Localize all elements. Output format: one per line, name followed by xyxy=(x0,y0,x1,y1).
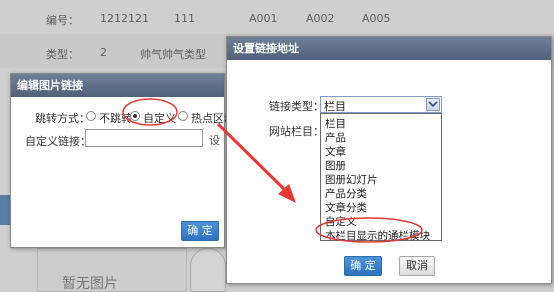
jump-mode-label: 跳转方式： xyxy=(35,112,90,125)
bg-id-value: A002 xyxy=(306,12,335,25)
set-link-dialog: 设置链接地址 链接类型： 栏目 网站栏目： 栏目 产品 文章 图册 图册幻灯片 … xyxy=(226,36,552,284)
bg-side-tab xyxy=(0,195,10,225)
dropdown-item[interactable]: 文章 xyxy=(325,144,346,159)
radio-custom[interactable] xyxy=(130,111,140,121)
chevron-down-icon[interactable] xyxy=(426,98,440,111)
bg-cartoon-image xyxy=(190,248,226,292)
bg-type-label: 类型： xyxy=(46,48,79,61)
bg-row-id: 编号： 1212121 111 A001 A002 A005 xyxy=(0,0,554,34)
dropdown-item[interactable]: 图册 xyxy=(325,158,346,173)
link-type-dropdown: 栏目 产品 文章 图册 图册幻灯片 产品分类 文章分类 自定义 本栏目显示的通栏… xyxy=(320,113,442,243)
set-button-partial[interactable]: 设 xyxy=(209,132,220,148)
radio-no-jump-label[interactable]: 不跳转 xyxy=(99,110,132,126)
dropdown-item[interactable]: 产品分类 xyxy=(325,186,367,201)
dropdown-item[interactable]: 图册幻灯片 xyxy=(325,172,378,187)
bg-no-image-placeholder: 暂无图片 xyxy=(37,248,187,292)
ok-button[interactable]: 确 定 xyxy=(344,256,382,276)
dropdown-item[interactable]: 本栏目显示的通栏模块 xyxy=(325,228,430,243)
link-type-label: 链接类型： xyxy=(269,100,324,113)
cancel-button[interactable]: 取消 xyxy=(399,256,435,276)
no-image-text: 暂无图片 xyxy=(62,276,118,292)
bg-id-value: A005 xyxy=(362,12,391,25)
custom-link-input[interactable] xyxy=(85,129,203,147)
radio-hotspot[interactable] xyxy=(178,111,188,121)
bg-id-value: 1212121 xyxy=(100,12,149,25)
link-type-select[interactable]: 栏目 xyxy=(320,96,442,113)
dropdown-item[interactable]: 产品 xyxy=(325,130,346,145)
bg-id-label: 编号： xyxy=(46,14,79,27)
custom-link-label: 自定义链接： xyxy=(25,135,91,148)
edit-image-link-dialog: 编辑图片链接 跳转方式： 不跳转 自定义 热点区域 自定义链接： 设 确 定 xyxy=(10,73,235,248)
dialog-title: 编辑图片链接 xyxy=(11,74,224,97)
dialog-title: 设置链接地址 xyxy=(227,37,551,60)
site-column-label: 网站栏目： xyxy=(269,125,324,138)
bg-id-value: A001 xyxy=(249,12,278,25)
link-type-selected: 栏目 xyxy=(324,100,346,113)
bg-id-value: 111 xyxy=(174,12,195,25)
bg-type-value: 2 xyxy=(100,46,107,59)
bg-type-value: 帅气帅气类型 xyxy=(140,48,206,61)
radio-custom-label[interactable]: 自定义 xyxy=(143,110,176,126)
radio-no-jump[interactable] xyxy=(86,111,96,121)
ok-button[interactable]: 确 定 xyxy=(181,221,219,241)
dropdown-item[interactable]: 栏目 xyxy=(325,116,346,131)
dropdown-item[interactable]: 文章分类 xyxy=(325,200,367,215)
dropdown-item[interactable]: 自定义 xyxy=(325,214,357,229)
